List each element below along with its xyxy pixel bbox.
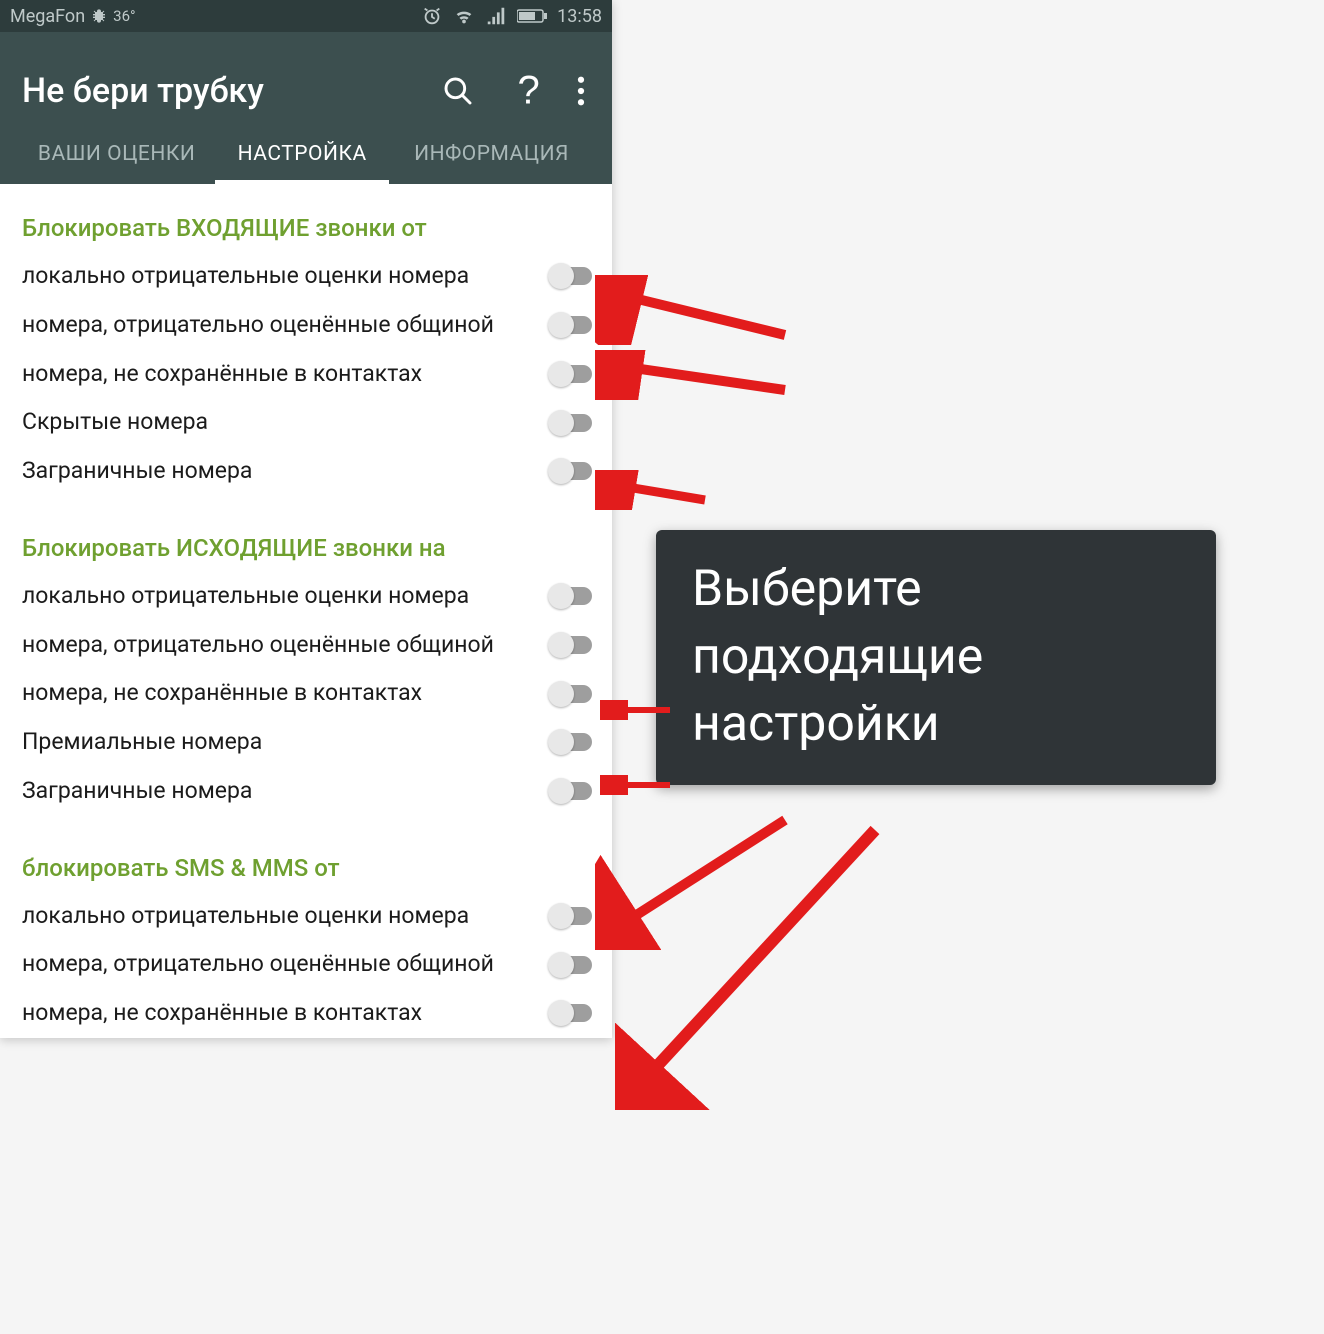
list-item: локально отрицательные оценки номера	[0, 252, 612, 301]
row-label: локально отрицательные оценки номера	[22, 262, 536, 291]
phone-frame: MegaFon 36° 13:58 Не бери трубку	[0, 0, 612, 1038]
row-label: локально отрицательные оценки номера	[22, 582, 536, 611]
svg-text:?: ?	[518, 71, 540, 111]
list-item: номера, отрицательно оценённые общиной	[0, 940, 612, 989]
more-icon[interactable]	[576, 76, 586, 106]
tabs: ВАШИ ОЦЕНКИ НАСТРОЙКА ИНФОРМАЦИЯ	[22, 128, 590, 184]
toggle-switch[interactable]	[550, 636, 604, 654]
row-label: Заграничные номера	[22, 777, 536, 806]
toggle-switch[interactable]	[550, 685, 604, 703]
temperature-label: 36°	[113, 7, 135, 25]
tab-info[interactable]: ИНФОРМАЦИЯ	[393, 142, 590, 184]
wifi-icon	[453, 5, 475, 27]
list-item: Скрытые номера	[0, 398, 612, 447]
callout-tooltip: Выберите подходящие настройки	[656, 530, 1216, 785]
list-item: номера, отрицательно оценённые общиной	[0, 621, 612, 670]
list-item: Заграничные номера	[0, 767, 612, 816]
toggle-switch[interactable]	[550, 733, 604, 751]
row-label: номера, не сохранённые в контактах	[22, 360, 536, 389]
app-title: Не бери трубку	[22, 71, 442, 111]
toggle-switch[interactable]	[550, 365, 604, 383]
row-label: номера, не сохранённые в контактах	[22, 679, 536, 708]
tab-ratings[interactable]: ВАШИ ОЦЕНКИ	[22, 142, 211, 184]
list-item: локально отрицательные оценки номера	[0, 892, 612, 941]
carrier-label: MegaFon	[10, 6, 85, 27]
list-item: номера, не сохранённые в контактах	[0, 669, 612, 718]
row-label: Премиальные номера	[22, 728, 536, 757]
alarm-icon	[421, 5, 443, 27]
battery-icon	[517, 8, 547, 24]
tab-settings[interactable]: НАСТРОЙКА	[215, 142, 389, 184]
row-label: локально отрицательные оценки номера	[22, 902, 536, 931]
row-label: номера, не сохранённые в контактах	[22, 999, 536, 1028]
toggle-switch[interactable]	[550, 907, 604, 925]
status-bar: MegaFon 36° 13:58	[0, 0, 612, 32]
app-bar: Не бери трубку ? ВАШИ ОЦЕНКИ НАСТРОЙКА И…	[0, 32, 612, 184]
toggle-switch[interactable]	[550, 316, 604, 334]
signal-icon	[485, 5, 507, 27]
toggle-switch[interactable]	[550, 1004, 604, 1022]
content: Блокировать ВХОДЯЩИЕ звонки от локально …	[0, 184, 612, 1038]
toggle-switch[interactable]	[550, 462, 604, 480]
arrow-annotation	[595, 275, 795, 345]
list-item: номера, не сохранённые в контактах	[0, 350, 612, 399]
toggle-switch[interactable]	[550, 587, 604, 605]
arrow-annotation	[595, 470, 715, 510]
list-item: Заграничные номера	[0, 447, 612, 496]
list-item: локально отрицательные оценки номера	[0, 572, 612, 621]
search-icon[interactable]	[442, 75, 474, 107]
row-label: номера, отрицательно оценённые общиной	[22, 631, 536, 660]
help-icon[interactable]: ?	[510, 71, 540, 111]
list-item: номера, отрицательно оценённые общиной	[0, 301, 612, 350]
arrow-annotation	[595, 350, 795, 400]
section-incoming-title: Блокировать ВХОДЯЩИЕ звонки от	[0, 200, 612, 252]
section-outgoing-title: Блокировать ИСХОДЯЩИЕ звонки на	[0, 520, 612, 572]
toggle-switch[interactable]	[550, 267, 604, 285]
list-item: номера, не сохранённые в контактах	[0, 989, 612, 1038]
row-label: Заграничные номера	[22, 457, 536, 486]
row-label: номера, отрицательно оценённые общиной	[22, 950, 536, 979]
arrow-annotation	[595, 810, 795, 950]
toggle-switch[interactable]	[550, 782, 604, 800]
toggle-switch[interactable]	[550, 414, 604, 432]
row-label: Скрытые номера	[22, 408, 536, 437]
bug-icon	[91, 8, 107, 24]
section-sms-title: блокировать SMS & MMS от	[0, 840, 612, 892]
arrow-annotation	[615, 820, 895, 1110]
list-item: Премиальные номера	[0, 718, 612, 767]
clock-label: 13:58	[557, 6, 602, 27]
toggle-switch[interactable]	[550, 956, 604, 974]
row-label: номера, отрицательно оценённые общиной	[22, 311, 536, 340]
